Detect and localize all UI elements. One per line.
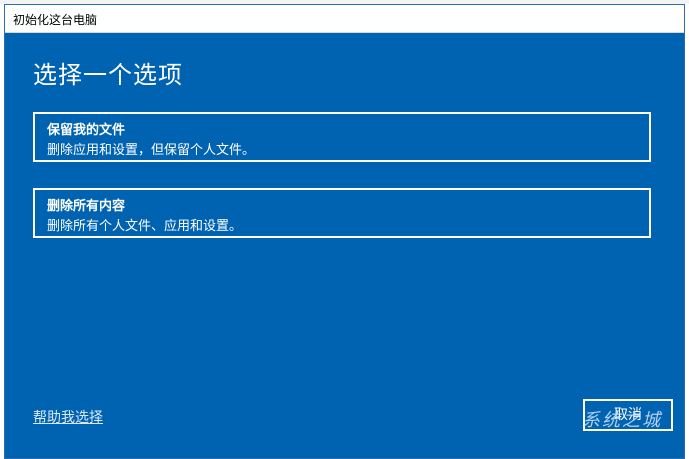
option-title: 保留我的文件: [47, 123, 126, 138]
remove-everything-option[interactable]: 删除所有内容 删除所有个人文件、应用和设置。: [33, 188, 651, 238]
help-me-choose-link[interactable]: 帮助我选择: [33, 407, 103, 427]
dialog-heading: 选择一个选项: [33, 61, 183, 89]
option-description: 删除应用和设置，但保留个人文件。: [47, 143, 256, 158]
dialog-content: 选择一个选项 保留我的文件 删除应用和设置，但保留个人文件。 删除所有内容 删除…: [5, 33, 684, 458]
title-bar[interactable]: 初始化这台电脑: [5, 5, 684, 33]
reset-pc-dialog: 初始化这台电脑 选择一个选项 保留我的文件 删除应用和设置，但保留个人文件。 删…: [4, 4, 685, 459]
option-title: 删除所有内容: [47, 199, 126, 214]
keep-my-files-option[interactable]: 保留我的文件 删除应用和设置，但保留个人文件。: [33, 112, 651, 162]
site-watermark: 系统之城: [582, 410, 662, 431]
option-description: 删除所有个人文件、应用和设置。: [47, 219, 243, 234]
window-title: 初始化这台电脑: [13, 13, 98, 27]
